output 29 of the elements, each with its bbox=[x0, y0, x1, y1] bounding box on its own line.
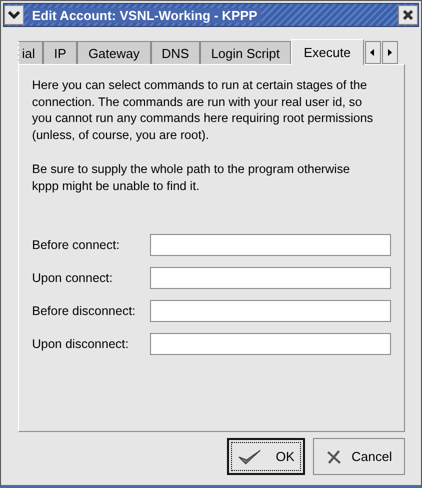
tab[interactable]: Execute bbox=[290, 39, 364, 65]
close-icon bbox=[402, 9, 414, 21]
field-label: Before connect: bbox=[32, 238, 121, 252]
tab[interactable]: IP bbox=[43, 41, 78, 64]
description-text: Be sure to supply the whole path to the program otherwise kppp might be unable to find it. bbox=[32, 161, 351, 194]
field-label: Before disconnect: bbox=[32, 304, 137, 318]
triangle-right-icon bbox=[387, 49, 392, 56]
ok-button[interactable]: OK bbox=[226, 438, 305, 475]
cross-icon bbox=[326, 450, 342, 464]
scroll-left-button[interactable] bbox=[364, 41, 381, 64]
input-field[interactable] bbox=[150, 267, 391, 289]
input-field[interactable] bbox=[150, 300, 391, 322]
close-button[interactable] bbox=[398, 5, 418, 25]
tab[interactable]: Login Script bbox=[200, 41, 291, 64]
tab[interactable]: Gateway bbox=[77, 41, 151, 64]
description-text: Here you can select commands to run at certain stages of the connection. The commands are run with your real user id, so you cannot run any commands here requiring root permissions (unless, of course, you are root). bbox=[32, 77, 374, 143]
input-field[interactable] bbox=[150, 333, 391, 355]
scroll-right-button[interactable] bbox=[382, 41, 398, 64]
checkmark-icon bbox=[236, 448, 262, 466]
tab[interactable]: ial bbox=[18, 41, 44, 64]
chevron-down-icon bbox=[8, 10, 20, 20]
tab[interactable]: DNS bbox=[150, 41, 200, 64]
cancel-button[interactable]: Cancel bbox=[312, 438, 405, 475]
field-label: Upon connect: bbox=[32, 271, 114, 285]
window-title: Edit Account: VSNL-Working - KPPP bbox=[28, 8, 262, 22]
triangle-left-icon bbox=[370, 49, 376, 56]
window-menu-button[interactable] bbox=[4, 5, 24, 25]
input-field[interactable] bbox=[150, 234, 391, 256]
field-label: Upon disconnect: bbox=[32, 337, 130, 351]
